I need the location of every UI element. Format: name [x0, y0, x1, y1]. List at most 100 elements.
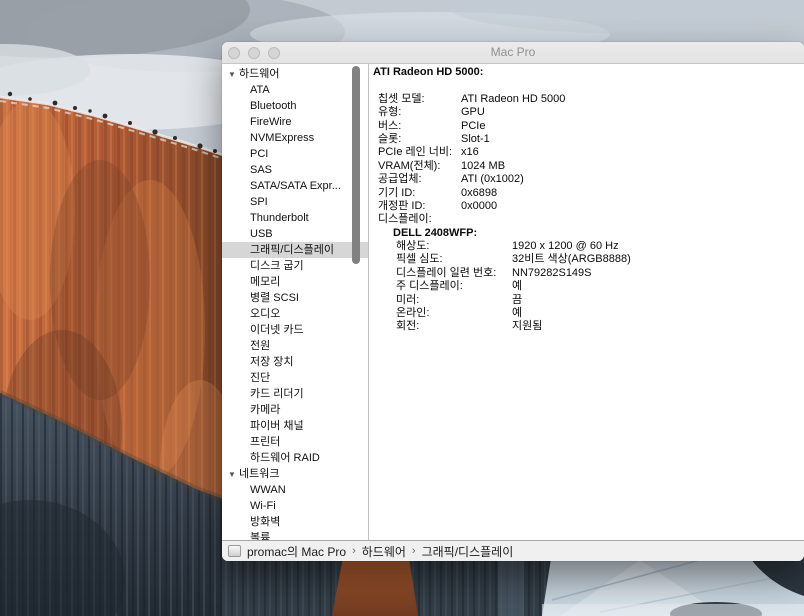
- sidebar: ▼하드웨어ATABluetoothFireWireNVMExpressPCISA…: [222, 64, 369, 540]
- sidebar-item-label: WWAN: [250, 484, 286, 496]
- sidebar-item-0-7[interactable]: SPI: [222, 194, 368, 210]
- sidebar-item-0-19[interactable]: 카드 리더기: [222, 386, 368, 402]
- property-label: 칩셋 모델:: [378, 93, 425, 106]
- sidebar-item-0-16[interactable]: 전원: [222, 338, 368, 354]
- property-value: ATI Radeon HD 5000: [461, 93, 565, 106]
- desktop: Mac Pro ▼하드웨어ATABluetoothFireWireNVMExpr…: [0, 0, 804, 616]
- property-row: 칩셋 모델: ATI Radeon HD 5000: [369, 93, 804, 106]
- sidebar-section-1[interactable]: ▼네트워크: [222, 466, 368, 482]
- window-title: Mac Pro: [222, 42, 804, 63]
- sidebar-item-0-11[interactable]: 디스크 굽기: [222, 258, 368, 274]
- zoom-button[interactable]: [268, 47, 280, 59]
- display-property-value: 예: [512, 280, 522, 293]
- sidebar-item-0-6[interactable]: SATA/SATA Expr...: [222, 178, 368, 194]
- sidebar-item-0-15[interactable]: 이더넷 카드: [222, 322, 368, 338]
- sidebar-item-label: 디스크 굽기: [250, 260, 304, 272]
- sidebar-item-0-5[interactable]: SAS: [222, 162, 368, 178]
- displays-heading-row: 디스플레이:: [369, 213, 804, 226]
- sidebar-section-0[interactable]: ▼하드웨어: [222, 66, 368, 82]
- sidebar-item-0-14[interactable]: 오디오: [222, 306, 368, 322]
- breadcrumb-item-1[interactable]: 하드웨어: [362, 543, 406, 560]
- disclosure-triangle-icon: ▼: [228, 67, 239, 83]
- sidebar-item-label: 이더넷 카드: [250, 324, 304, 336]
- display-property-row: 해상도:1920 x 1200 @ 60 Hz: [369, 240, 804, 253]
- sidebar-item-0-1[interactable]: Bluetooth: [222, 98, 368, 114]
- minimize-button[interactable]: [248, 47, 260, 59]
- property-row: 슬롯:Slot-1: [369, 133, 804, 146]
- sidebar-item-label: 오디오: [250, 308, 280, 320]
- property-row: PCIe 레인 너비:x16: [369, 146, 804, 159]
- sidebar-item-label: SAS: [250, 164, 272, 176]
- content-pane: ATI Radeon HD 5000:칩셋 모델:ATI Radeon HD 5…: [369, 64, 804, 540]
- display-property-row: 디스플레이 일련 번호:NN79282S149S: [369, 267, 804, 280]
- property-value: 0x0000: [461, 200, 497, 213]
- disclosure-triangle-icon: ▼: [228, 467, 239, 483]
- sidebar-item-0-4[interactable]: PCI: [222, 146, 368, 162]
- display-property-value: NN79282S149S: [512, 267, 592, 280]
- property-label: 유형:: [378, 106, 401, 119]
- display-property-label: 픽셀 심도:: [396, 253, 443, 266]
- sidebar-item-1-1[interactable]: Wi-Fi: [222, 498, 368, 514]
- sidebar-item-0-13[interactable]: 병렬 SCSI: [222, 290, 368, 306]
- property-value: Slot-1: [461, 133, 490, 146]
- breadcrumb-separator-icon: ›: [412, 545, 416, 557]
- breadcrumb-item-0[interactable]: promac의 Mac Pro: [247, 543, 346, 560]
- sidebar-section-label: 하드웨어: [239, 68, 279, 80]
- blank-row: [369, 79, 804, 92]
- sidebar-item-0-22[interactable]: 프린터: [222, 434, 368, 450]
- sidebar-item-label: FireWire: [250, 116, 292, 128]
- sidebar-item-label: SATA/SATA Expr...: [250, 180, 341, 192]
- computer-icon: [228, 545, 241, 557]
- sidebar-item-label: NVMExpress: [250, 132, 314, 144]
- window-titlebar[interactable]: Mac Pro: [222, 42, 804, 64]
- sidebar-item-label: 방화벽: [250, 516, 280, 528]
- sidebar-item-label: PCI: [250, 148, 268, 160]
- sidebar-item-label: 그래픽/디스플레이: [250, 244, 334, 256]
- sidebar-item-0-10[interactable]: 그래픽/디스플레이: [222, 242, 368, 258]
- display-property-label: 온라인:: [396, 307, 429, 320]
- sidebar-item-label: 진단: [250, 372, 270, 384]
- sidebar-item-1-2[interactable]: 방화벽: [222, 514, 368, 530]
- display-name: DELL 2408WFP:: [369, 227, 804, 240]
- sidebar-item-label: 저장 장치: [250, 356, 294, 368]
- display-property-row: 온라인:예: [369, 307, 804, 320]
- sidebar-item-0-3[interactable]: NVMExpress: [222, 130, 368, 146]
- sidebar-item-0-0[interactable]: ATA: [222, 82, 368, 98]
- property-row: 공급업체: ATI (0x1002): [369, 173, 804, 186]
- sidebar-item-label: Wi-Fi: [250, 500, 276, 512]
- sidebar-item-0-21[interactable]: 파이버 채널: [222, 418, 368, 434]
- display-property-row: 픽셀 심도: 32비트 색상(ARGB8888): [369, 253, 804, 266]
- property-row: 기기 ID: 0x6898: [369, 187, 804, 200]
- sidebar-item-label: 볼륨: [250, 532, 270, 540]
- sidebar-item-label: SPI: [250, 196, 268, 208]
- breadcrumb-item-2[interactable]: 그래픽/디스플레이: [422, 543, 514, 560]
- sidebar-item-1-3[interactable]: 볼륨: [222, 530, 368, 540]
- property-label: 버스:: [378, 120, 401, 133]
- sidebar-item-label: 전원: [250, 340, 270, 352]
- close-button[interactable]: [228, 47, 240, 59]
- property-value: GPU: [461, 106, 485, 119]
- system-information-window: Mac Pro ▼하드웨어ATABluetoothFireWireNVMExpr…: [222, 42, 804, 561]
- sidebar-item-0-9[interactable]: USB: [222, 226, 368, 242]
- display-property-value: 지원됨: [512, 320, 542, 333]
- sidebar-item-0-17[interactable]: 저장 장치: [222, 354, 368, 370]
- property-label: 공급업체:: [378, 173, 422, 186]
- sidebar-item-0-20[interactable]: 카메라: [222, 402, 368, 418]
- display-property-value: 32비트 색상(ARGB8888): [512, 253, 631, 266]
- property-label: 기기 ID:: [378, 187, 415, 200]
- property-value: 0x6898: [461, 187, 497, 200]
- property-value: ATI (0x1002): [461, 173, 524, 186]
- display-property-label: 미러:: [396, 294, 419, 307]
- breadcrumb: promac의 Mac Pro›하드웨어›그래픽/디스플레이: [247, 543, 513, 560]
- sidebar-scrollbar-thumb[interactable]: [352, 66, 360, 264]
- sidebar-item-0-23[interactable]: 하드웨어 RAID: [222, 450, 368, 466]
- sidebar-item-0-18[interactable]: 진단: [222, 370, 368, 386]
- sidebar-item-0-8[interactable]: Thunderbolt: [222, 210, 368, 226]
- sidebar-item-1-0[interactable]: WWAN: [222, 482, 368, 498]
- sidebar-item-label: 파이버 채널: [250, 420, 304, 432]
- sidebar-item-0-12[interactable]: 메모리: [222, 274, 368, 290]
- sidebar-item-label: Thunderbolt: [250, 212, 309, 224]
- sidebar-item-0-2[interactable]: FireWire: [222, 114, 368, 130]
- sidebar-section-label: 네트워크: [239, 468, 279, 480]
- property-label: VRAM(전체):: [378, 160, 440, 173]
